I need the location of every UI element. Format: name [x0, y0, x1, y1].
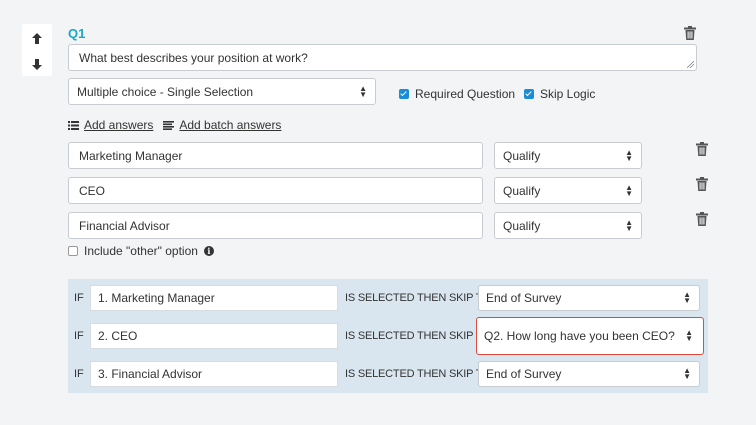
answer-input[interactable]: CEO	[68, 177, 483, 204]
skip-rule-row: IF 2. CEO IS SELECTED THEN SKIP TO Q2. H…	[68, 317, 708, 355]
add-batch-answers-label: Add batch answers	[179, 118, 282, 132]
select-arrows-icon: ▲ ▼	[359, 83, 367, 99]
question-editor: Q1 What best describes your position at …	[0, 0, 756, 425]
skip-answer-text: 1. Marketing Manager	[98, 291, 215, 305]
skip-rule-row: IF 3. Financial Advisor IS SELECTED THEN…	[68, 355, 708, 393]
skip-condition-label: IS SELECTED THEN SKIP TO	[345, 330, 491, 342]
checkbox-checked-icon[interactable]	[399, 89, 409, 99]
answer-text: Financial Advisor	[79, 218, 170, 233]
question-text-field[interactable]: What best describes your position at wor…	[68, 44, 697, 71]
resize-grip-icon[interactable]	[687, 61, 694, 68]
skip-answer-field: 1. Marketing Manager	[90, 285, 338, 311]
skip-logic-label: Skip Logic	[540, 87, 596, 101]
if-label: IF	[74, 368, 84, 380]
required-question-label: Required Question	[415, 87, 516, 101]
skip-answer-text: 2. CEO	[98, 329, 138, 343]
checkbox-unchecked-icon[interactable]	[68, 246, 78, 256]
answer-action-value: Qualify	[503, 183, 541, 198]
skip-condition-label: IS SELECTED THEN SKIP TO	[345, 292, 491, 304]
trash-icon	[684, 26, 696, 40]
answer-action-select[interactable]: Qualify ▲ ▼	[494, 212, 642, 239]
answer-input[interactable]: Marketing Manager	[68, 142, 483, 169]
delete-question-button[interactable]	[684, 26, 696, 40]
skip-logic-toggle[interactable]: Skip Logic	[524, 87, 595, 101]
skip-target-select[interactable]: End of Survey ▲ ▼	[478, 361, 700, 387]
info-icon[interactable]: i	[203, 246, 214, 256]
if-label: IF	[74, 292, 84, 304]
answer-input[interactable]: Financial Advisor	[68, 212, 483, 239]
answer-action-select[interactable]: Qualify ▲ ▼	[494, 177, 642, 204]
answer-text: Marketing Manager	[79, 148, 183, 163]
skip-target-value: End of Survey	[486, 367, 562, 381]
trash-icon	[696, 212, 708, 226]
question-text: What best describes your position at wor…	[79, 51, 308, 65]
question-number: Q1	[68, 26, 86, 41]
question-type-value: Multiple choice - Single Selection	[77, 84, 254, 99]
skip-logic-panel: IF 1. Marketing Manager IS SELECTED THEN…	[68, 279, 708, 393]
if-label: IF	[74, 330, 84, 342]
skip-target-select[interactable]: End of Survey ▲ ▼	[478, 285, 700, 311]
list-icon	[68, 120, 79, 130]
answer-actions: Add answers Add batch answers	[68, 118, 281, 132]
required-question-toggle[interactable]: Required Question	[399, 87, 515, 101]
select-arrows-icon: ▲ ▼	[625, 182, 633, 198]
add-batch-answers-link[interactable]: Add batch answers	[163, 118, 281, 132]
checkbox-checked-icon[interactable]	[524, 89, 534, 99]
select-arrows-icon: ▲ ▼	[625, 217, 633, 233]
arrow-up-icon	[32, 32, 42, 44]
skip-rule-row: IF 1. Marketing Manager IS SELECTED THEN…	[68, 279, 708, 317]
arrow-down-icon	[32, 58, 42, 70]
include-other-toggle[interactable]: Include "other" option i	[68, 244, 214, 258]
move-up-button[interactable]	[22, 26, 52, 50]
move-down-button[interactable]	[22, 52, 52, 76]
delete-answer-button[interactable]	[696, 212, 708, 226]
trash-icon	[696, 177, 708, 191]
skip-answer-text: 3. Financial Advisor	[98, 367, 203, 381]
trash-icon	[696, 142, 708, 156]
delete-answer-button[interactable]	[696, 142, 708, 156]
add-answers-label: Add answers	[84, 118, 154, 132]
select-arrows-icon: ▲ ▼	[625, 147, 633, 163]
answer-action-select[interactable]: Qualify ▲ ▼	[494, 142, 642, 169]
answer-text: CEO	[79, 183, 106, 198]
select-arrows-icon: ▲ ▼	[685, 328, 693, 343]
skip-condition-label: IS SELECTED THEN SKIP TO	[345, 368, 491, 380]
answer-action-value: Qualify	[503, 218, 541, 233]
select-arrows-icon: ▲ ▼	[683, 290, 691, 305]
delete-answer-button[interactable]	[696, 177, 708, 191]
skip-target-value: End of Survey	[486, 291, 562, 305]
lines-icon	[163, 120, 175, 130]
include-other-label: Include "other" option	[84, 244, 198, 258]
question-type-select[interactable]: Multiple choice - Single Selection ▲ ▼	[68, 78, 376, 105]
skip-answer-field: 3. Financial Advisor	[90, 361, 338, 387]
skip-target-select-highlighted[interactable]: Q2. How long have you been CEO? ▲ ▼	[476, 317, 704, 355]
answer-action-value: Qualify	[503, 148, 541, 163]
skip-target-value: Q2. How long have you been CEO?	[484, 329, 675, 343]
skip-answer-field: 2. CEO	[90, 323, 338, 349]
add-answers-link[interactable]: Add answers	[68, 118, 153, 132]
select-arrows-icon: ▲ ▼	[683, 366, 691, 381]
